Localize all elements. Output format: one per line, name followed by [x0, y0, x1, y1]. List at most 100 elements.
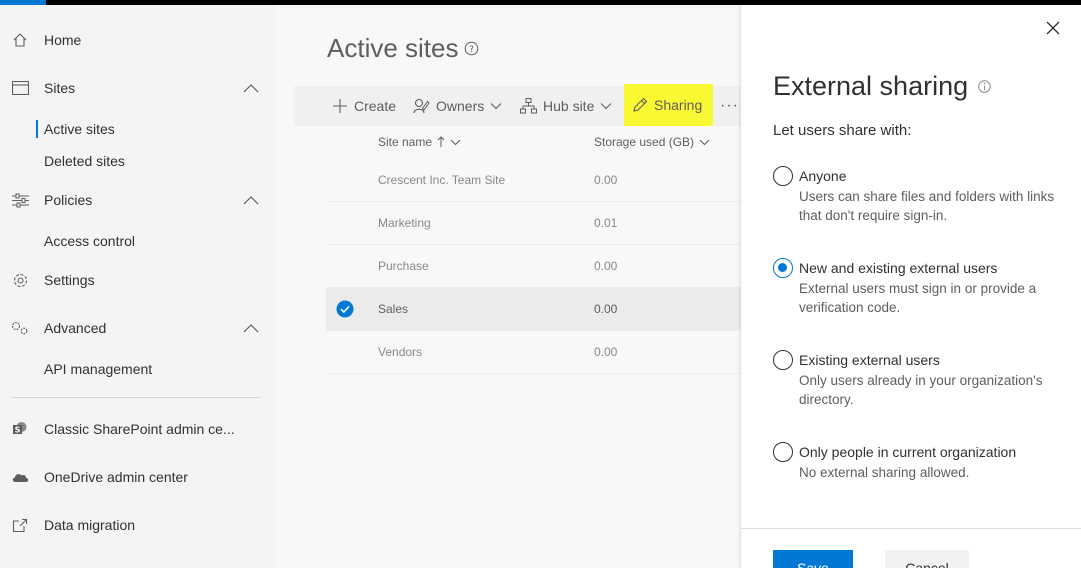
chevron-up-icon[interactable] — [242, 194, 260, 206]
policies-icon — [11, 191, 29, 209]
chevron-up-icon[interactable] — [242, 82, 260, 94]
create-button[interactable]: Create — [332, 86, 396, 126]
chevron-up-icon[interactable] — [242, 322, 260, 334]
owners-button-label: Owners — [436, 98, 485, 114]
hub-site-icon — [520, 98, 537, 114]
storage-cell: 0.01 — [594, 216, 618, 230]
chevron-down-icon — [600, 103, 612, 110]
nav-item-classic-admin-label: Classic SharePoint admin ce... — [44, 421, 235, 437]
table-header: Site name Storage used (GB) — [326, 127, 741, 159]
nav-item-data-migration[interactable]: Data migration — [0, 507, 276, 543]
nav-item-active-sites[interactable]: Active sites — [36, 120, 115, 138]
nav-item-api-management[interactable]: API management — [44, 361, 152, 377]
panel-title: External sharing — [773, 71, 991, 102]
radio-option-existing[interactable]: Existing external users Only users alrea… — [773, 350, 1063, 410]
table-row[interactable]: Marketing 0.01 — [326, 202, 741, 245]
storage-cell: 0.00 — [594, 259, 618, 273]
nav-item-advanced[interactable]: Advanced — [0, 310, 276, 346]
site-name-cell[interactable]: Purchase — [378, 259, 429, 273]
radio-option-label: New and existing external users — [799, 260, 998, 276]
radio-button-checked[interactable] — [773, 258, 793, 278]
help-icon[interactable]: ? — [464, 41, 479, 56]
pencil-icon — [633, 97, 648, 112]
info-icon[interactable] — [978, 80, 991, 93]
more-options-button[interactable]: ··· — [720, 86, 739, 126]
radio-option-new-and-existing[interactable]: New and existing external users External… — [773, 258, 1063, 318]
nav-item-classic-admin[interactable]: S Classic SharePoint admin ce... — [0, 411, 276, 447]
storage-cell: 0.00 — [594, 302, 618, 316]
home-icon — [11, 31, 29, 49]
sharing-button[interactable]: Sharing — [624, 84, 713, 126]
nav-item-home-label: Home — [44, 32, 82, 48]
site-name-cell[interactable]: Vendors — [378, 345, 422, 359]
radio-option-label: Only people in current organization — [799, 444, 1017, 460]
sharepoint-icon: S — [11, 420, 29, 438]
page-title-text: Active sites — [327, 33, 459, 63]
storage-cell: 0.00 — [594, 345, 618, 359]
panel-subtitle: Let users share with: — [773, 122, 912, 139]
chevron-down-icon — [699, 139, 710, 145]
radio-button[interactable] — [773, 350, 793, 370]
table-row[interactable]: Sales 0.00 — [326, 288, 741, 331]
nav-item-access-control[interactable]: Access control — [44, 233, 135, 249]
sites-table: Site name Storage used (GB) Crescent Inc… — [326, 127, 741, 374]
nav-item-deleted-sites[interactable]: Deleted sites — [44, 153, 125, 169]
radio-option-description: Only users already in your organization'… — [799, 373, 1043, 407]
sites-icon — [11, 79, 29, 97]
svg-text:S: S — [15, 426, 21, 435]
gear-icon — [11, 271, 29, 289]
storage-cell: 0.00 — [594, 173, 618, 187]
panel-title-text: External sharing — [773, 71, 969, 101]
row-selected-check-icon[interactable] — [336, 300, 354, 318]
owners-button[interactable]: Owners — [413, 86, 502, 126]
nav-divider — [12, 397, 260, 398]
nav-item-sites-label: Sites — [44, 80, 76, 96]
nav-item-onedrive-admin[interactable]: OneDrive admin center — [0, 459, 276, 495]
table-row[interactable]: Crescent Inc. Team Site 0.00 — [326, 159, 741, 202]
column-storage[interactable]: Storage used (GB) — [594, 135, 710, 149]
nav-item-data-migration-label: Data migration — [44, 517, 136, 533]
chevron-down-icon — [450, 139, 461, 145]
external-sharing-panel: External sharing Let users share with: A… — [741, 5, 1081, 568]
nav-item-settings[interactable]: Settings — [0, 262, 276, 298]
hub-site-button[interactable]: Hub site — [520, 86, 612, 126]
site-name-cell[interactable]: Sales — [378, 302, 408, 316]
svg-text:?: ? — [469, 45, 474, 55]
nav-item-sites[interactable]: Sites — [0, 70, 276, 106]
save-button[interactable]: Save — [773, 550, 853, 568]
nav-item-policies[interactable]: Policies — [0, 182, 276, 218]
migration-icon — [11, 516, 29, 534]
table-row[interactable]: Purchase 0.00 — [326, 245, 741, 288]
table-row[interactable]: Vendors 0.00 — [326, 331, 741, 374]
owners-icon — [413, 98, 430, 114]
sharing-button-label: Sharing — [654, 97, 703, 113]
cancel-button[interactable]: Cancel — [885, 550, 969, 568]
nav-item-onedrive-admin-label: OneDrive admin center — [44, 469, 188, 485]
create-button-label: Create — [354, 98, 397, 114]
site-name-cell[interactable]: Marketing — [378, 216, 431, 230]
command-bar: Create Owners Hub site Sharing ··· — [294, 84, 741, 126]
column-storage-label: Storage used (GB) — [594, 135, 695, 149]
radio-option-description: Users can share files and folders with l… — [799, 189, 1055, 223]
panel-footer-divider — [741, 528, 1081, 529]
radio-button[interactable] — [773, 166, 793, 186]
close-icon[interactable] — [1044, 19, 1062, 37]
plus-icon — [333, 99, 347, 113]
radio-option-description: No external sharing allowed. — [799, 465, 970, 480]
radio-option-anyone[interactable]: Anyone Users can share files and folders… — [773, 166, 1063, 226]
nav-item-settings-label: Settings — [44, 272, 95, 288]
left-navigation: Home Sites Active sites Deleted sites Po… — [0, 5, 276, 568]
advanced-settings-icon — [11, 319, 29, 337]
hub-site-button-label: Hub site — [543, 98, 595, 114]
radio-option-only-organization[interactable]: Only people in current organization No e… — [773, 442, 1063, 486]
site-name-cell[interactable]: Crescent Inc. Team Site — [378, 173, 505, 187]
radio-option-label: Anyone — [799, 168, 847, 184]
page-title: Active sites ? — [327, 33, 479, 64]
cloud-icon — [11, 468, 29, 486]
chevron-down-icon — [490, 103, 502, 110]
main-content: Active sites ? Create Owners Hub site Sh… — [276, 5, 741, 568]
nav-item-home[interactable]: Home — [0, 22, 276, 58]
radio-option-label: Existing external users — [799, 352, 940, 368]
column-site-name[interactable]: Site name — [378, 135, 461, 149]
radio-button[interactable] — [773, 442, 793, 462]
